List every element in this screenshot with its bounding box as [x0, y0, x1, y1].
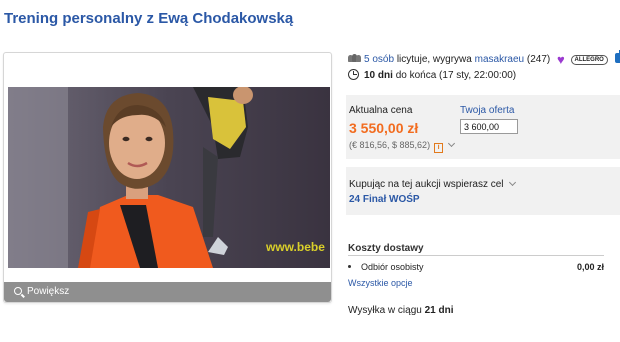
all-shipping-options-link[interactable]: Wszystkie opcje: [348, 278, 413, 288]
heart-icon: ♥: [557, 52, 565, 67]
zoom-button[interactable]: Powiększ: [4, 282, 331, 302]
zoom-label: Powiększ: [27, 286, 70, 297]
auction-details: 5 osób licytuje, wygrywa masakraeu (247)…: [346, 0, 620, 342]
shipping-divider: [348, 255, 604, 256]
magnifier-icon: [14, 287, 22, 295]
bullet-icon: [348, 265, 351, 268]
charity-label[interactable]: Kupując na tej aukcji wspierasz cel: [349, 178, 516, 190]
shipping-cost: 0,00 zł: [576, 262, 604, 272]
shipping-row: Odbiór osobisty 0,00 zł: [348, 262, 604, 272]
charity-name-link[interactable]: 24 Finał WOŚP: [349, 194, 420, 205]
current-price-value: 3 550,00 zł: [349, 120, 419, 136]
image-gallery: www.bebe Powiększ: [3, 52, 332, 303]
price-conversion: (€ 816,56, $ 885,62) i: [349, 139, 456, 153]
charity-label-text: Kupując na tej aukcji wspierasz cel: [349, 179, 504, 190]
shipping-method: Odbiór osobisty: [361, 262, 424, 272]
price-conversion-text: (€ 816,56, $ 885,62): [349, 140, 431, 150]
clock-icon: [348, 69, 359, 80]
chevron-down-icon: [508, 178, 516, 187]
time-row: 10 dni do końca (17 sty, 22:00:00): [348, 69, 516, 81]
delivery-days: 21 dni: [424, 305, 454, 316]
delivery-time: Wysyłka w ciągu 21 dni: [348, 305, 454, 316]
your-offer-link[interactable]: Twoja oferta: [460, 105, 514, 116]
bidders-count-link[interactable]: 5 osób: [364, 54, 394, 65]
page-title: Trening personalny z Ewą Chodakowską: [4, 10, 294, 27]
bidders-text: licytuje, wygrywa: [396, 54, 472, 65]
chevron-down-icon[interactable]: [448, 139, 456, 148]
winner-score: (247): [526, 54, 551, 65]
bidders-row: 5 osób licytuje, wygrywa masakraeu (247)…: [348, 50, 620, 67]
photo-watermark-text: www.bebe: [265, 240, 325, 254]
price-panel: Aktualna cena 3 550,00 zł (€ 816,56, $ 8…: [346, 95, 620, 159]
info-icon[interactable]: i: [434, 143, 444, 153]
current-price-label: Aktualna cena: [349, 105, 413, 116]
people-icon: [348, 54, 361, 62]
product-photo[interactable]: www.bebe: [8, 87, 330, 268]
briefcase-icon: [614, 50, 620, 63]
time-remaining: 10 dni: [364, 70, 393, 81]
charity-panel: Kupując na tej aukcji wspierasz cel 24 F…: [346, 167, 620, 215]
seller-badge-icon: ALLEGRO: [570, 55, 608, 65]
shipping-title: Koszty dostawy: [348, 243, 424, 254]
winner-link[interactable]: masakraeu: [475, 54, 524, 65]
time-text: do końca (17 sty, 22:00:00): [395, 70, 517, 81]
offer-input[interactable]: [460, 119, 518, 134]
delivery-prefix: Wysyłka w ciągu: [348, 305, 422, 316]
